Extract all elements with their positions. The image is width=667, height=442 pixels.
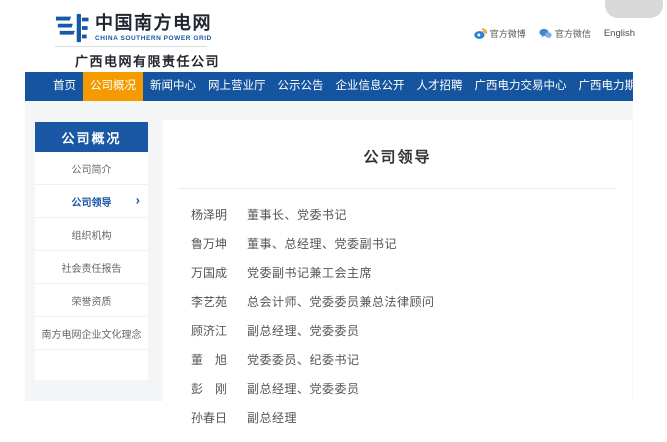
wechat-label: 官方微信 [555, 27, 591, 40]
leader-title: 副总经理、党委委员 [247, 322, 632, 339]
leader-title: 董事、总经理、党委副书记 [247, 235, 632, 252]
sidebar-item-label: 荣誉资质 [72, 293, 112, 308]
sidebar-item[interactable]: 公司简介 › [35, 152, 148, 185]
window-tab-artifact [605, 0, 663, 18]
weibo-label: 官方微博 [490, 27, 526, 40]
sidebar-item[interactable]: 南方电网企业文化理念 › [35, 317, 148, 350]
topbar-links: 官方微博 官方微信 English [461, 27, 635, 40]
sidebar-item-label: 南方电网企业文化理念 [42, 326, 142, 341]
chevron-right-icon: › [136, 192, 140, 207]
sidebar-item-label: 社会责任报告 [62, 260, 122, 275]
sidebar-header: 公司概况 [35, 122, 148, 152]
main-panel: 公司领导 杨泽明 董事长、党委书记 鲁万坤 董事、总经理、党委副书记 万国成 党… [163, 120, 632, 412]
leader-title: 党委委员、纪委书记 [247, 351, 632, 368]
nav-item[interactable]: 广西电力期刊 [574, 72, 653, 101]
nav-item[interactable]: 广西电力交易中心 [470, 72, 572, 101]
nav-item[interactable]: 新闻中心 [145, 72, 201, 101]
subsidiary-name: 广西电网有限责任公司 [75, 51, 220, 70]
sidebar: 公司概况 公司简介 › 公司领导 › 组织机构 › 社会责任报告 › [35, 122, 148, 380]
leader-name: 孙春日 [191, 409, 238, 426]
weibo-icon [474, 28, 487, 39]
sidebar-item[interactable]: 公司领导 › [35, 185, 148, 218]
leader-row: 杨泽明 董事长、党委书记 [191, 206, 632, 223]
leader-row: 董 旭 党委委员、纪委书记 [191, 351, 632, 368]
sidebar-item[interactable]: 荣誉资质 › [35, 284, 148, 317]
leader-title: 董事长、党委书记 [247, 206, 632, 223]
leader-name: 彭 刚 [191, 380, 238, 397]
leader-list: 杨泽明 董事长、党委书记 鲁万坤 董事、总经理、党委副书记 万国成 党委副书记兼… [163, 189, 632, 426]
leader-row: 孙春日 副总经理 [191, 409, 632, 426]
logo-divider [55, 46, 207, 47]
sidebar-item-label: 组织机构 [72, 227, 112, 242]
leader-name: 杨泽明 [191, 206, 238, 223]
nav-item[interactable]: 首页 [48, 72, 81, 101]
leader-row: 万国成 党委副书记兼工会主席 [191, 264, 632, 281]
leader-row: 顾济江 副总经理、党委委员 [191, 322, 632, 339]
nav-item[interactable]: 公示公告 [273, 72, 329, 101]
weibo-link[interactable]: 官方微博 [474, 27, 526, 40]
nav-item[interactable]: 人才招聘 [412, 72, 468, 101]
site-header-logo: 中国南方电网 CHINA SOUTHERN POWER GRID 广西电网有限责… [55, 13, 220, 70]
brand-name-cn: 中国南方电网 [95, 13, 212, 34]
leader-name: 顾济江 [191, 322, 238, 339]
leader-row: 鲁万坤 董事、总经理、党委副书记 [191, 235, 632, 252]
sidebar-item[interactable]: 社会责任报告 › [35, 251, 148, 284]
leader-title: 总会计师、党委委员兼总法律顾问 [247, 293, 632, 310]
main-nav: 首页 公司概况 新闻中心 网上营业厅 公示公告 企业信息公开 人才招聘 广西电力… [25, 72, 633, 101]
leader-name: 万国成 [191, 264, 238, 281]
leader-title: 副总经理 [247, 409, 632, 426]
sidebar-item-label: 公司领导 [72, 194, 112, 209]
wechat-link[interactable]: 官方微信 [539, 27, 591, 40]
leader-title: 副总经理、党委委员 [247, 380, 632, 397]
wechat-icon [539, 28, 552, 39]
nav-item[interactable]: 企业信息公开 [331, 72, 410, 101]
nav-item[interactable]: 公司概况 [83, 72, 143, 101]
nav-item[interactable]: 网上营业厅 [203, 72, 271, 101]
sidebar-items: 公司简介 › 公司领导 › 组织机构 › 社会责任报告 › 荣誉资质 › [35, 152, 148, 350]
leader-row: 李艺苑 总会计师、党委委员兼总法律顾问 [191, 293, 632, 310]
csg-logo-icon [55, 13, 89, 43]
leader-name: 李艺苑 [191, 293, 238, 310]
page-title: 公司领导 [163, 120, 632, 167]
english-link[interactable]: English [604, 28, 635, 39]
sidebar-item[interactable]: 组织机构 › [35, 218, 148, 251]
leader-row: 彭 刚 副总经理、党委委员 [191, 380, 632, 397]
leader-name: 董 旭 [191, 351, 238, 368]
leader-name: 鲁万坤 [191, 235, 238, 252]
leader-title: 党委副书记兼工会主席 [247, 264, 632, 281]
brand-name-en: CHINA SOUTHERN POWER GRID [95, 35, 212, 42]
sidebar-item-label: 公司简介 [72, 161, 112, 176]
